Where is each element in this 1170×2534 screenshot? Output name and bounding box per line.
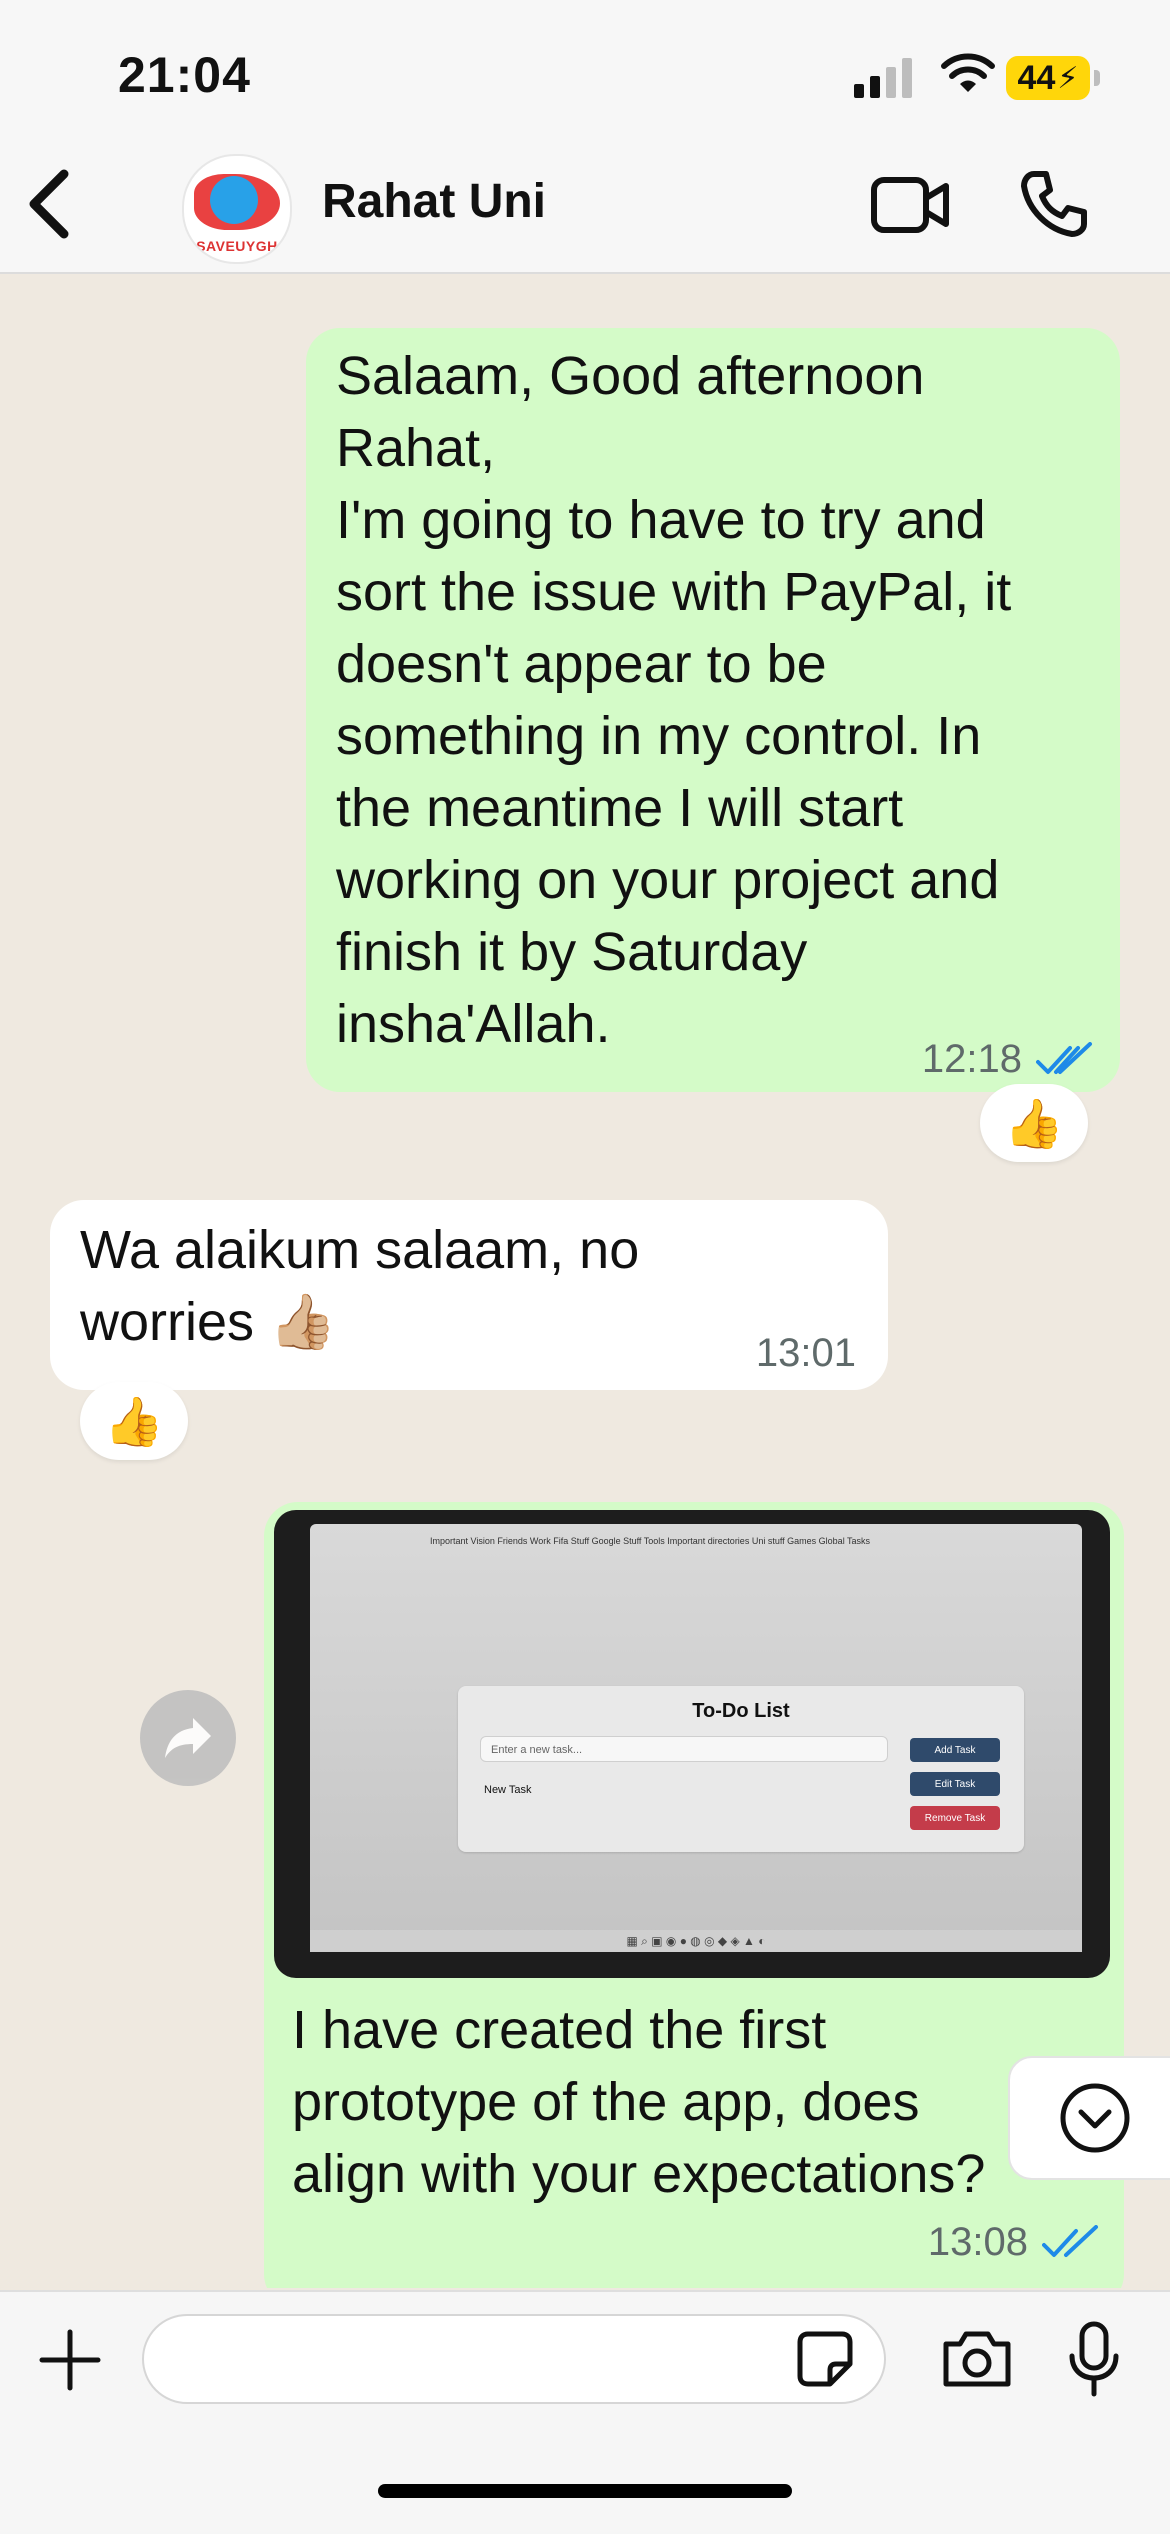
message-line: the meantime I will start — [336, 778, 904, 838]
message-meta: 12:18 — [922, 1037, 1094, 1082]
plus-icon[interactable] — [38, 2328, 102, 2392]
photo-laptop-screen: Important Vision Friends Work Fifa Stuff… — [310, 1524, 1082, 1944]
message-meta: 13:08 — [928, 2220, 1100, 2265]
photo-add-task-button: Add Task — [910, 1738, 1000, 1762]
home-indicator[interactable] — [378, 2484, 792, 2498]
camera-icon[interactable] — [940, 2328, 1014, 2390]
message-line: align with your expectations? — [292, 2144, 986, 2204]
chevron-down-circle-icon — [1060, 2083, 1130, 2153]
message-time: 13:01 — [755, 1331, 856, 1375]
photo-remove-task-button: Remove Task — [910, 1806, 1000, 1830]
message-text: I have created the first prototype of th… — [292, 1994, 1092, 2210]
message-line: finish it by Saturday — [336, 922, 808, 982]
read-ticks-icon — [1042, 2224, 1098, 2257]
contact-avatar[interactable]: SAVEUYGH — [182, 154, 292, 264]
message-line: Salaam, Good afternoon — [336, 346, 925, 406]
message-time: 12:18 — [921, 1037, 1022, 1081]
message-line: working on your project and — [336, 850, 1000, 910]
forward-button[interactable] — [140, 1690, 236, 1786]
photo-todo-card: To-Do List Enter a new task... New Task … — [458, 1686, 1024, 1852]
top-bar: 21:04 44 ⚡ SAVEUYGH Rahat Uni — [0, 0, 1170, 274]
sticker-icon[interactable] — [796, 2330, 854, 2388]
photo-todo-input: Enter a new task... — [480, 1736, 888, 1762]
reaction-badge[interactable]: 👍 — [980, 1084, 1088, 1162]
message-text: Salaam, Good afternoon Rahat, I'm going … — [336, 340, 1011, 1060]
microphone-icon[interactable] — [1066, 2320, 1122, 2398]
message-text: Wa alaikum salaam, no worries 👍🏼 — [80, 1214, 639, 1358]
reaction-badge[interactable]: 👍 — [80, 1382, 188, 1460]
message-bubble-outgoing[interactable]: Salaam, Good afternoon Rahat, I'm going … — [306, 328, 1120, 1092]
photo-todo-item: New Task — [484, 1784, 532, 1796]
photo-todo-title: To-Do List — [692, 1700, 790, 1722]
message-meta: 13:01 — [756, 1331, 856, 1376]
status-time: 21:04 — [118, 47, 251, 103]
message-line: something in my control. In — [336, 706, 982, 766]
message-line: I'm going to have to try and — [336, 490, 986, 550]
back-chevron-icon[interactable] — [20, 164, 80, 244]
forward-arrow-icon — [165, 1718, 211, 1758]
message-line: I have created the first — [292, 2000, 827, 2060]
contact-name[interactable]: Rahat Uni — [322, 174, 546, 229]
chat-area[interactable]: Salaam, Good afternoon Rahat, I'm going … — [0, 274, 1170, 2288]
video-call-icon[interactable] — [870, 174, 950, 236]
message-line: Rahat, — [336, 418, 496, 478]
scroll-to-bottom-button[interactable] — [1008, 2056, 1170, 2180]
message-line: worries 👍🏼 — [80, 1292, 337, 1352]
message-time: 13:08 — [927, 2220, 1028, 2264]
message-input[interactable] — [142, 2314, 886, 2404]
photo-bookmark-bar: Important Vision Friends Work Fifa Stuff… — [430, 1536, 871, 1546]
cellular-signal-icon — [854, 58, 912, 98]
wifi-icon — [941, 53, 995, 92]
message-line: prototype of the app, does — [292, 2072, 920, 2132]
avatar-text: SAVEUYGH — [196, 238, 278, 254]
charging-icon: ⚡ — [1057, 61, 1079, 95]
attached-photo[interactable]: Important Vision Friends Work Fifa Stuff… — [274, 1510, 1110, 1978]
photo-edit-task-button: Edit Task — [910, 1772, 1000, 1796]
message-line: sort the issue with PayPal, it — [336, 562, 1012, 622]
battery-cap — [1094, 70, 1100, 86]
battery-indicator: 44 ⚡ — [1006, 56, 1100, 100]
message-line: doesn't appear to be — [336, 634, 827, 694]
voice-call-icon[interactable] — [1018, 168, 1090, 240]
photo-taskbar: ▦ ⌕ ▣ ◉ ● ◍ ◎ ◆ ◈ ▲ ◐ — [310, 1930, 1082, 1952]
message-line: insha'Allah. — [336, 994, 611, 1054]
photo-taskbar-icons: ▦ ⌕ ▣ ◉ ● ◍ ◎ ◆ ◈ ▲ ◐ — [626, 1933, 766, 1948]
message-bubble-incoming[interactable]: Wa alaikum salaam, no worries 👍🏼 13:01 — [50, 1200, 888, 1390]
read-ticks-icon — [1036, 1041, 1092, 1074]
message-line: Wa alaikum salaam, no — [80, 1220, 640, 1280]
avatar-face-shape — [210, 176, 258, 224]
battery-level: 44 — [1017, 58, 1056, 97]
